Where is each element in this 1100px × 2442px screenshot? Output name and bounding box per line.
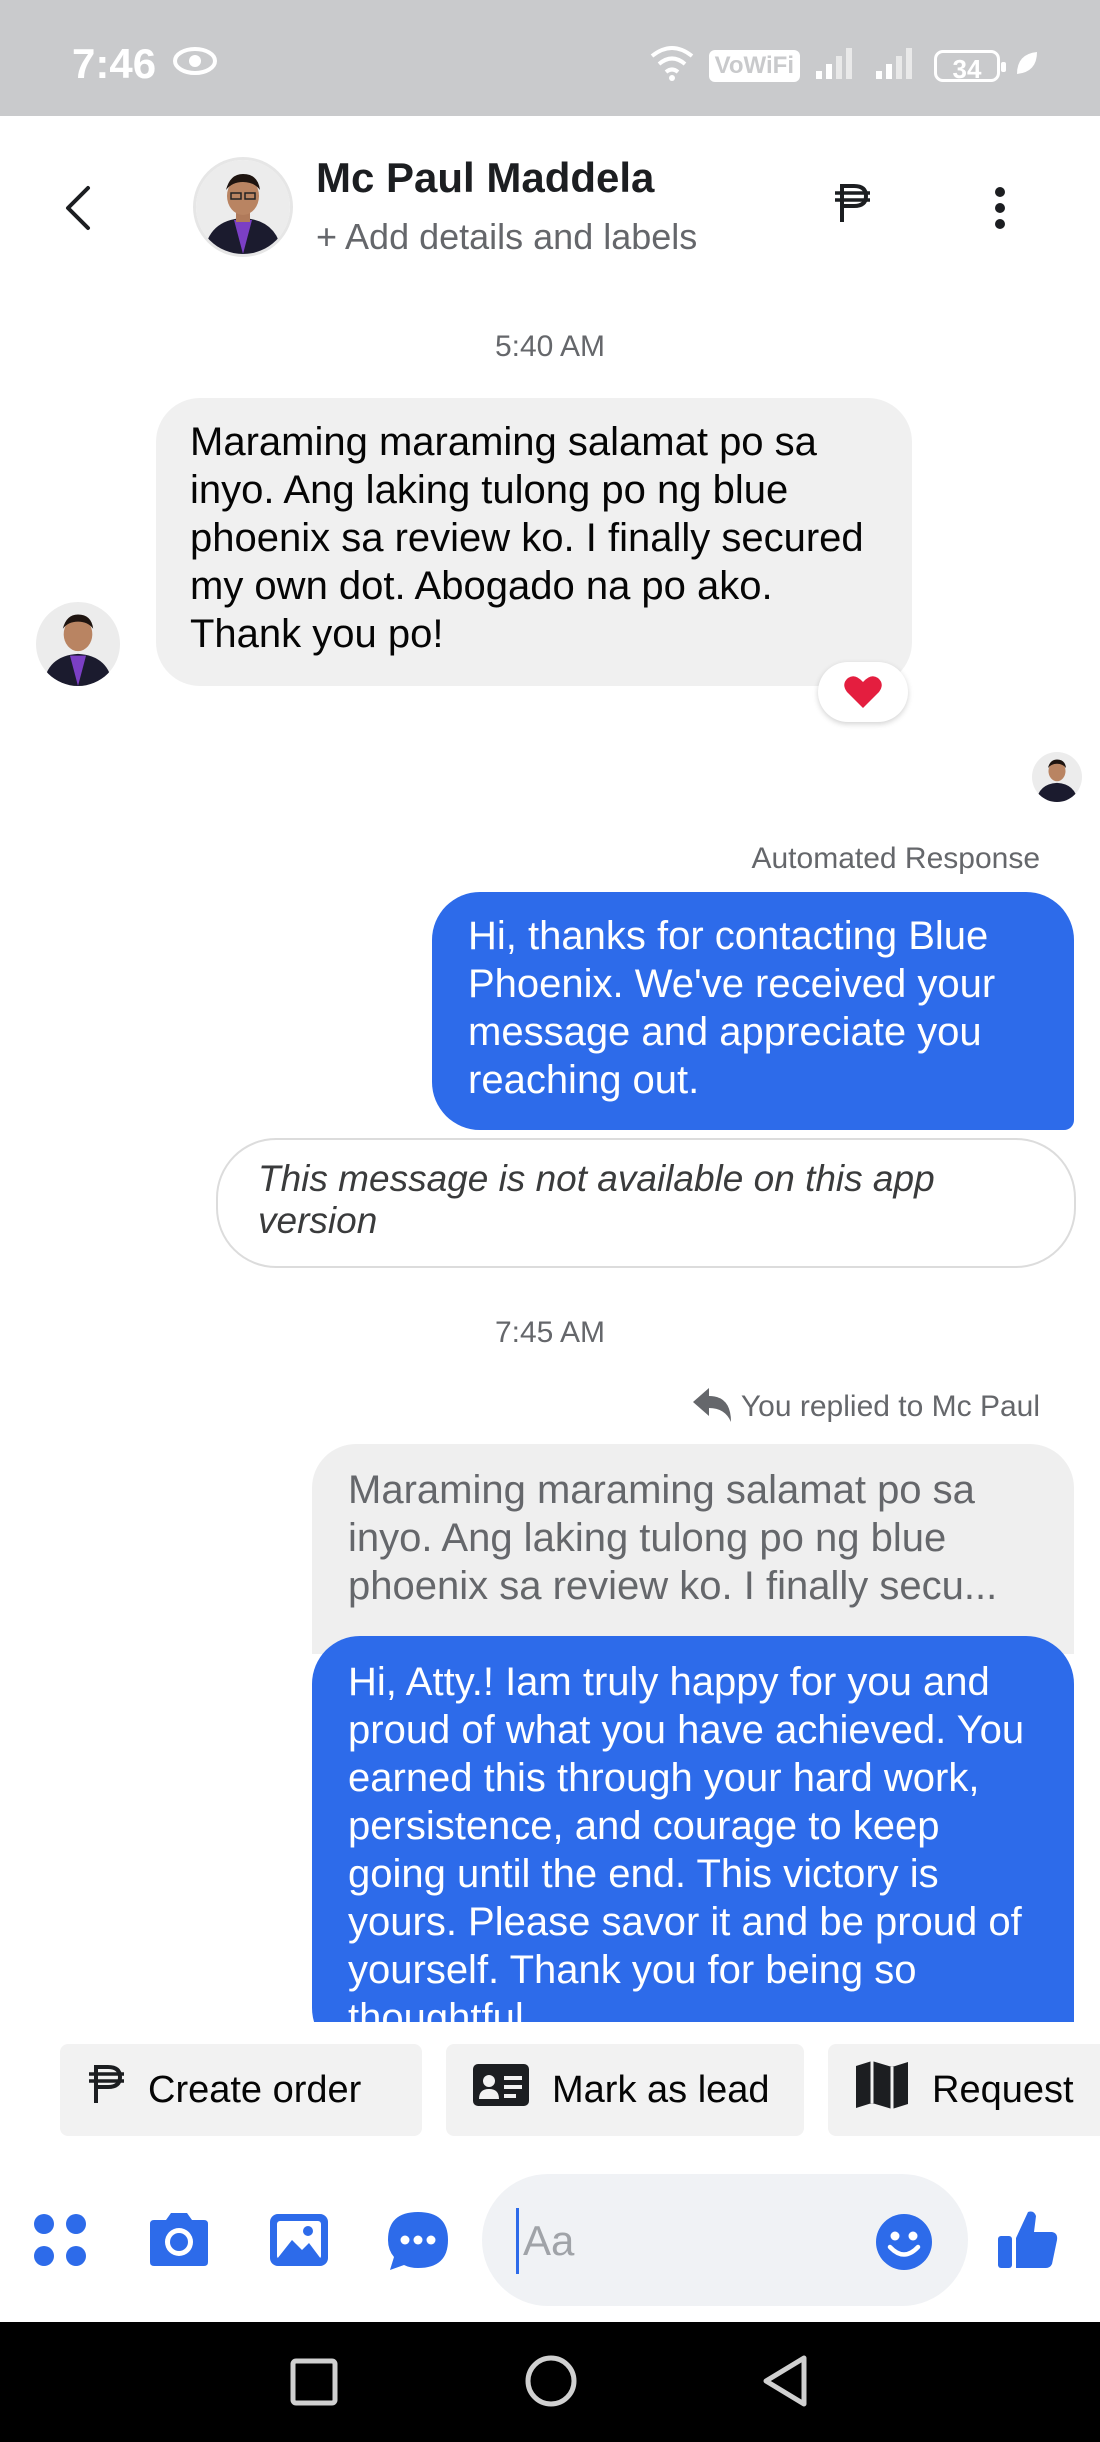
unavailable-notice: This message is not available on this ap… bbox=[216, 1138, 1076, 1268]
avatar[interactable] bbox=[196, 160, 290, 254]
reply-label-text: You replied to Mc Paul bbox=[740, 1389, 1040, 1423]
timestamp: 5:40 AM bbox=[494, 330, 606, 363]
incoming-message[interactable]: Maraming maraming salamat po sa inyo. An… bbox=[156, 398, 912, 686]
battery-indicator: 34 bbox=[934, 49, 1006, 84]
quoted-line: inyo. Ang laking tulong po ng blue bbox=[348, 1516, 947, 1560]
mark-as-lead-label: Mark as lead bbox=[552, 2068, 770, 2111]
emoji-icon[interactable] bbox=[874, 2212, 934, 2277]
leaf-icon bbox=[1014, 49, 1040, 82]
camera-icon[interactable] bbox=[146, 2210, 212, 2273]
read-receipt-avatar bbox=[1032, 752, 1082, 802]
reaction-badge[interactable] bbox=[818, 662, 908, 722]
apps-icon[interactable] bbox=[32, 2212, 88, 2273]
peso-icon[interactable] bbox=[832, 182, 872, 231]
message-input-container[interactable] bbox=[482, 2174, 968, 2306]
create-order-button[interactable]: Create order bbox=[60, 2044, 422, 2136]
conversation-header: Mc Paul Maddela + Add details and labels bbox=[0, 116, 1100, 296]
quoted-message[interactable]: Maraming maraming salamat po sa inyo. An… bbox=[312, 1444, 1074, 1654]
status-bar: 7:46 VoWiFi 34 bbox=[0, 0, 1100, 116]
thumbs-up-icon[interactable] bbox=[996, 2208, 1060, 2277]
contact-card-icon bbox=[472, 2063, 530, 2117]
wifi-icon bbox=[649, 44, 695, 87]
map-icon bbox=[854, 2060, 910, 2120]
create-order-label: Create order bbox=[148, 2068, 362, 2111]
reply-icon bbox=[691, 1384, 735, 1429]
add-details-link[interactable]: + Add details and labels bbox=[316, 216, 697, 258]
status-time: 7:46 bbox=[72, 40, 157, 87]
back-nav-icon[interactable] bbox=[760, 2354, 810, 2413]
avatar[interactable] bbox=[36, 602, 120, 686]
outgoing-message[interactable]: Hi, Atty.! Iam truly happy for you and p… bbox=[312, 1636, 1074, 2056]
vowifi-badge: VoWiFi bbox=[708, 49, 800, 82]
system-navigation-bar bbox=[0, 2322, 1100, 2442]
chat-bubble-icon[interactable] bbox=[386, 2210, 450, 2277]
mark-as-lead-button[interactable]: Mark as lead bbox=[446, 2044, 804, 2136]
composer-bar bbox=[0, 2168, 1100, 2322]
home-icon[interactable] bbox=[524, 2354, 578, 2413]
signal-icon bbox=[814, 45, 860, 86]
request-button[interactable]: Request bbox=[828, 2044, 1100, 2136]
eye-icon bbox=[172, 46, 218, 81]
image-icon[interactable] bbox=[268, 2212, 330, 2273]
signal-icon-2 bbox=[874, 45, 920, 86]
status-icons: VoWiFi 34 bbox=[649, 44, 1040, 87]
quoted-line: Maraming maraming salamat po sa bbox=[348, 1468, 975, 1512]
quick-actions-bar: Create order Mark as lead Request bbox=[0, 2022, 1100, 2142]
heart-icon bbox=[843, 675, 883, 708]
message-input[interactable] bbox=[516, 2208, 855, 2274]
more-vertical-icon[interactable] bbox=[994, 186, 1006, 235]
request-label: Request bbox=[932, 2068, 1074, 2111]
quoted-line: phoenix sa review ko. I finally secu... bbox=[348, 1564, 998, 1608]
reply-label: You replied to Mc Paul bbox=[691, 1384, 1040, 1429]
automated-response-label: Automated Response bbox=[751, 842, 1040, 875]
peso-icon bbox=[86, 2063, 126, 2117]
recents-icon[interactable] bbox=[290, 2358, 338, 2411]
timestamp: 7:45 AM bbox=[494, 1316, 606, 1349]
chevron-left-icon[interactable] bbox=[62, 184, 92, 237]
outgoing-message[interactable]: Hi, thanks for contacting Blue Phoenix. … bbox=[432, 892, 1074, 1130]
contact-name[interactable]: Mc Paul Maddela bbox=[316, 154, 654, 202]
